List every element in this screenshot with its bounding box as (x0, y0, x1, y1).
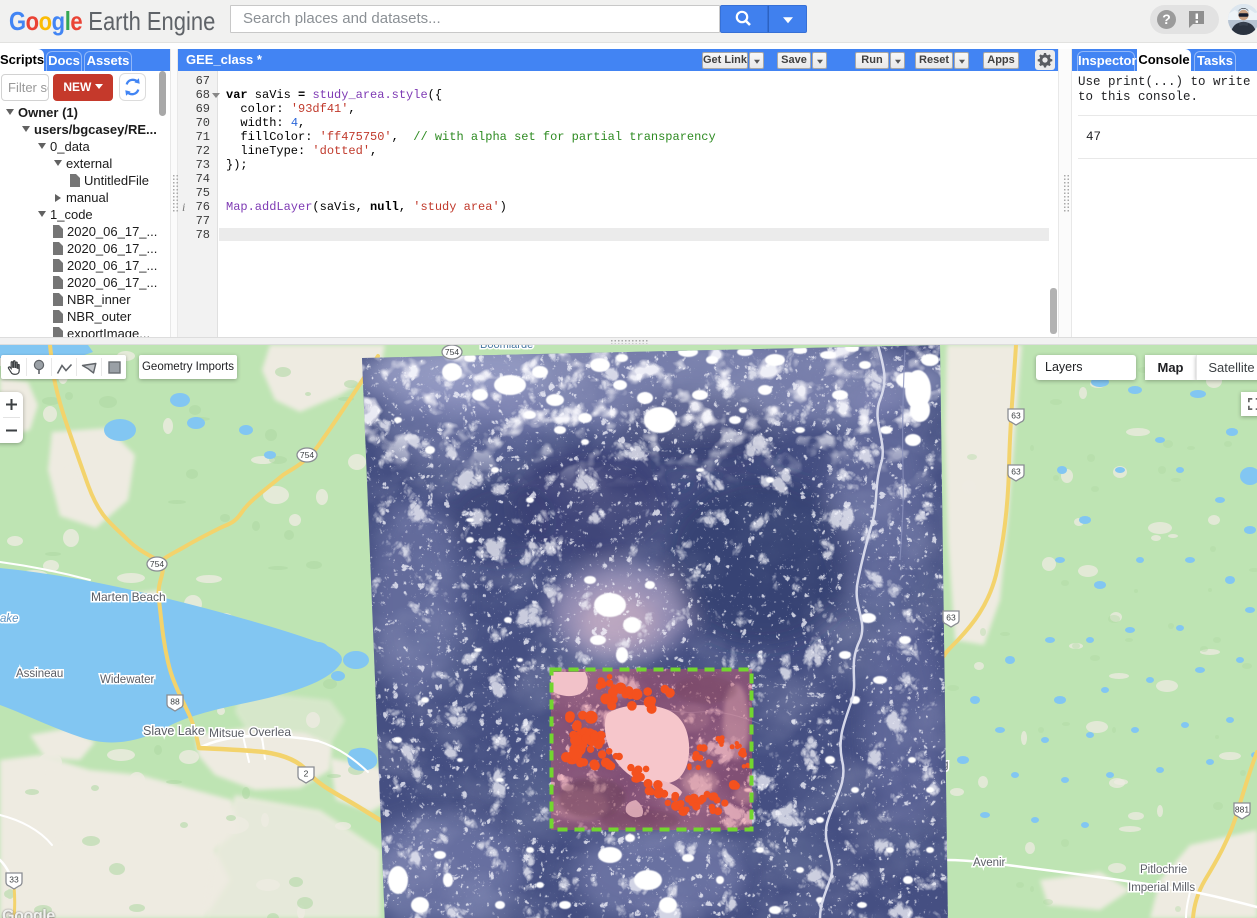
svg-text:Imperial Mills: Imperial Mills (1128, 882, 1195, 894)
svg-text:754: 754 (150, 559, 164, 569)
svg-text:754: 754 (300, 450, 314, 460)
svg-text:63: 63 (1011, 467, 1021, 477)
svg-text:ake: ake (0, 613, 19, 625)
svg-text:754: 754 (445, 347, 459, 357)
svg-text:Overlea: Overlea (249, 725, 291, 739)
svg-text:Slave Lake: Slave Lake (143, 724, 205, 738)
svg-text:Mitsue: Mitsue (209, 726, 245, 740)
svg-text:Marten Beach: Marten Beach (91, 590, 166, 604)
svg-text:2: 2 (304, 769, 309, 779)
svg-text:Boomlarde: Boomlarde (480, 345, 533, 351)
svg-text:63: 63 (946, 613, 956, 623)
svg-text:881: 881 (1235, 805, 1249, 815)
svg-text:63: 63 (1011, 411, 1021, 421)
svg-text:Widewater: Widewater (100, 674, 154, 686)
svg-text:Assineau: Assineau (16, 668, 63, 680)
svg-text:Pitlochrie: Pitlochrie (1140, 864, 1187, 876)
svg-text:88: 88 (170, 697, 180, 707)
svg-text:33: 33 (9, 875, 19, 885)
svg-text:Avenir: Avenir (973, 857, 1006, 869)
